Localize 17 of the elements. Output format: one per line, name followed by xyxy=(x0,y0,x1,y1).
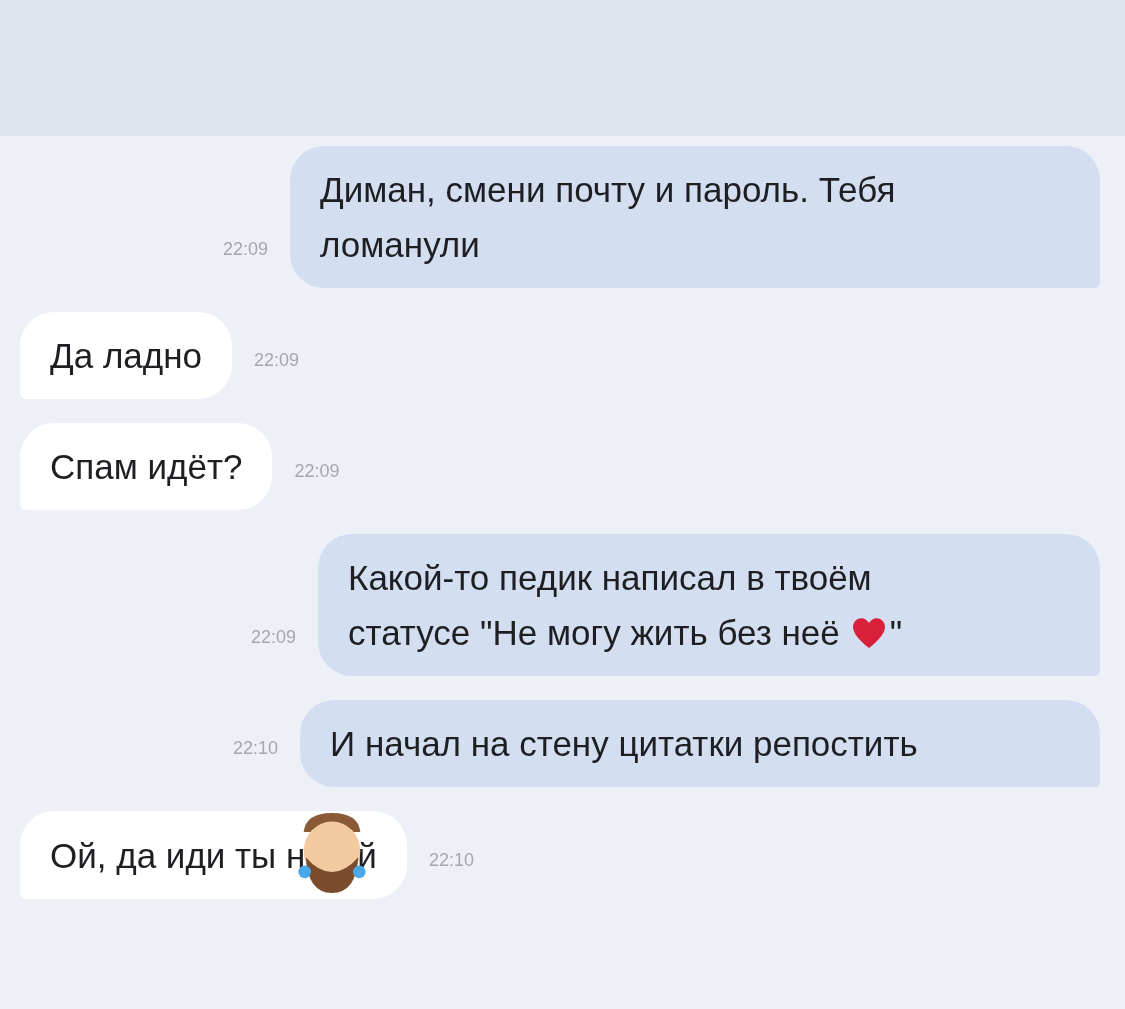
message-text: Диман, смени почту и пароль. Тебя xyxy=(320,169,896,211)
message-time: 22:09 xyxy=(294,461,340,482)
message-text: Спам идёт? xyxy=(50,446,243,488)
message-time: 22:10 xyxy=(232,738,278,759)
message-text: Да ладно xyxy=(50,335,202,377)
message-text: статусе "Не могу жить без неё xyxy=(348,612,840,654)
message-text: И начал на стену цитатки репостить xyxy=(330,723,918,765)
message-text: Какой-то педик написал в твоём xyxy=(348,557,872,599)
message-time: 22:09 xyxy=(254,350,300,371)
message-text: ломанули xyxy=(320,224,480,266)
message-time: 22:09 xyxy=(250,627,296,648)
message-text: Ой, да иди ты н xyxy=(50,834,306,877)
message-text: й xyxy=(357,834,377,877)
heart-icon xyxy=(851,616,886,649)
message-time: 22:10 xyxy=(428,850,474,871)
message-text: " xyxy=(889,612,903,654)
message-time: 22:09 xyxy=(222,239,268,260)
